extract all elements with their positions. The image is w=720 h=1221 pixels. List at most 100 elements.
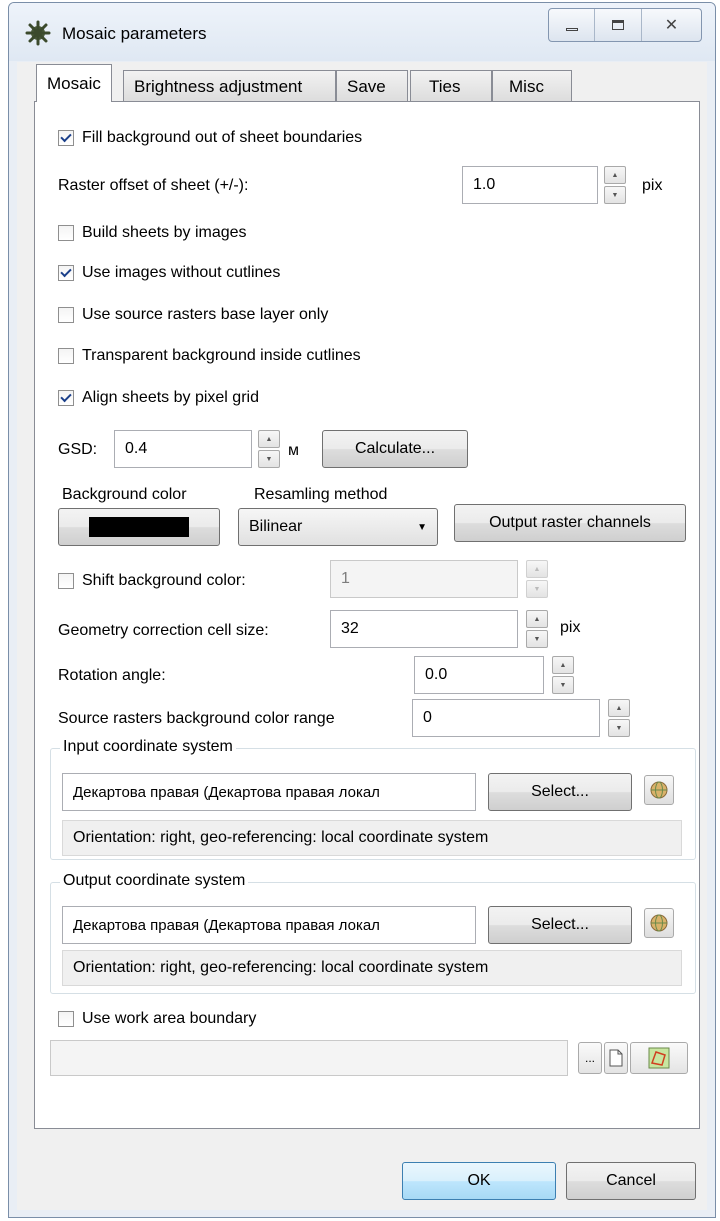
build-sheets-label: Build sheets by images (82, 224, 247, 241)
work-area-row: Use work area boundary (58, 1010, 256, 1028)
resampling-method-select[interactable]: Bilinear ▼ (238, 508, 438, 546)
tab-brightness-adjustment[interactable]: Brightness adjustment (123, 70, 336, 102)
background-color-label: Background color (62, 486, 187, 503)
rotation-angle-spinner[interactable]: ▲ ▼ (552, 656, 574, 694)
bg-color-range-spinner[interactable]: ▲ ▼ (608, 699, 630, 737)
output-cs-globe-button[interactable] (644, 908, 674, 938)
use-images-without-cutlines-row: Use images without cutlines (58, 264, 280, 282)
spin-down-icon[interactable]: ▼ (258, 450, 280, 468)
resampling-method-value: Bilinear (249, 518, 303, 535)
gsd-label: GSD: (58, 441, 98, 458)
output-cs-info: Orientation: right, geo-referencing: loc… (62, 950, 682, 986)
input-cs-globe-button[interactable] (644, 775, 674, 805)
input-cs-select-button[interactable]: Select... (488, 773, 632, 811)
maximize-button[interactable] (595, 9, 642, 41)
spin-up-icon[interactable]: ▲ (608, 699, 630, 717)
caption-buttons: ✕ (548, 8, 702, 42)
bg-color-range-label: Source rasters background color range (58, 710, 335, 727)
gsd-input[interactable]: 0.4 (114, 430, 252, 468)
globe-icon (650, 914, 668, 932)
shift-background-spinner[interactable]: ▲ ▼ (526, 560, 548, 598)
work-area-label: Use work area boundary (82, 1010, 257, 1027)
spin-down-icon[interactable]: ▼ (526, 630, 548, 648)
spin-down-icon[interactable]: ▼ (604, 186, 626, 204)
use-images-without-cutlines-checkbox[interactable] (58, 265, 74, 281)
tab-ties[interactable]: Ties (410, 70, 492, 102)
spin-down-icon[interactable]: ▼ (608, 719, 630, 737)
fill-background-checkbox[interactable] (58, 130, 74, 146)
tab-mosaic[interactable]: Mosaic (36, 64, 112, 102)
new-file-button[interactable] (604, 1042, 628, 1074)
geometry-cell-input[interactable]: 32 (330, 610, 518, 648)
tab-label: Save (347, 76, 386, 96)
rotation-angle-label: Rotation angle: (58, 667, 166, 684)
tab-label: Misc (509, 76, 544, 96)
spin-up-icon[interactable]: ▲ (526, 610, 548, 628)
tab-label: Brightness adjustment (134, 76, 303, 96)
rotation-angle-input[interactable]: 0.0 (414, 656, 544, 694)
use-base-layer-row: Use source rasters base layer only (58, 306, 328, 324)
output-raster-channels-button[interactable]: Output raster channels (454, 504, 686, 542)
spin-up-icon[interactable]: ▲ (604, 166, 626, 184)
window-title: Mosaic parameters (62, 24, 207, 43)
fill-background-row: Fill background out of sheet boundaries (58, 129, 362, 147)
app-icon (24, 20, 52, 46)
align-sheets-checkbox[interactable] (58, 390, 74, 406)
shift-background-label: Shift background color: (82, 572, 246, 589)
gsd-spinner[interactable]: ▲ ▼ (258, 430, 280, 468)
output-cs-select-button[interactable]: Select... (488, 906, 632, 944)
use-images-without-cutlines-label: Use images without cutlines (82, 264, 281, 281)
calculate-button[interactable]: Calculate... (322, 430, 468, 468)
minimize-button[interactable] (549, 9, 596, 41)
spin-up-icon[interactable]: ▲ (526, 560, 548, 578)
shift-background-checkbox[interactable] (58, 573, 74, 589)
use-base-layer-label: Use source rasters base layer only (82, 306, 329, 323)
input-cs-field[interactable]: Декартова правая (Декартова правая локал (62, 773, 476, 811)
close-button[interactable]: ✕ (642, 9, 701, 41)
resampling-method-label: Resamling method (254, 486, 388, 503)
spin-down-icon[interactable]: ▼ (552, 676, 574, 694)
gsd-unit: м (288, 442, 299, 459)
tab-label: Ties (429, 76, 461, 96)
geometry-cell-unit: pix (560, 619, 581, 636)
use-base-layer-checkbox[interactable] (58, 307, 74, 323)
output-cs-field[interactable]: Декартова правая (Декартова правая локал (62, 906, 476, 944)
output-cs-title: Output coordinate system (60, 872, 249, 890)
chevron-down-icon: ▼ (417, 521, 427, 533)
transparent-background-checkbox[interactable] (58, 348, 74, 364)
transparent-background-row: Transparent background inside cutlines (58, 347, 361, 365)
background-color-button[interactable] (58, 508, 220, 546)
close-icon: ✕ (664, 17, 679, 34)
globe-icon (650, 781, 668, 799)
align-sheets-label: Align sheets by pixel grid (82, 389, 259, 406)
raster-offset-unit: pix (642, 177, 663, 194)
raster-offset-spinner[interactable]: ▲ ▼ (604, 166, 626, 204)
spin-up-icon[interactable]: ▲ (258, 430, 280, 448)
fill-background-label: Fill background out of sheet boundaries (82, 129, 363, 146)
build-sheets-row: Build sheets by images (58, 224, 247, 242)
build-sheets-checkbox[interactable] (58, 225, 74, 241)
browse-button[interactable]: ... (578, 1042, 602, 1074)
align-sheets-row: Align sheets by pixel grid (58, 389, 259, 407)
transparent-background-label: Transparent background inside cutlines (82, 347, 361, 364)
work-area-checkbox[interactable] (58, 1011, 74, 1027)
color-swatch (89, 517, 189, 537)
tab-save[interactable]: Save (336, 70, 408, 102)
minimize-icon (565, 27, 578, 31)
input-cs-title: Input coordinate system (60, 738, 236, 756)
input-cs-info: Orientation: right, geo-referencing: loc… (62, 820, 682, 856)
shift-background-input[interactable]: 1 (330, 560, 518, 598)
raster-offset-label: Raster offset of sheet (+/-): (58, 177, 249, 194)
tab-misc[interactable]: Misc (492, 70, 572, 102)
raster-offset-input[interactable]: 1.0 (462, 166, 598, 204)
work-area-path-input[interactable] (50, 1040, 568, 1076)
pick-area-button[interactable] (630, 1042, 688, 1074)
spin-down-icon[interactable]: ▼ (526, 580, 548, 598)
maximize-icon (612, 20, 625, 30)
cancel-button[interactable]: Cancel (566, 1162, 696, 1200)
geometry-cell-spinner[interactable]: ▲ ▼ (526, 610, 548, 648)
area-polygon-icon (648, 1047, 670, 1069)
bg-color-range-input[interactable]: 0 (412, 699, 600, 737)
ok-button[interactable]: OK (402, 1162, 556, 1200)
spin-up-icon[interactable]: ▲ (552, 656, 574, 674)
